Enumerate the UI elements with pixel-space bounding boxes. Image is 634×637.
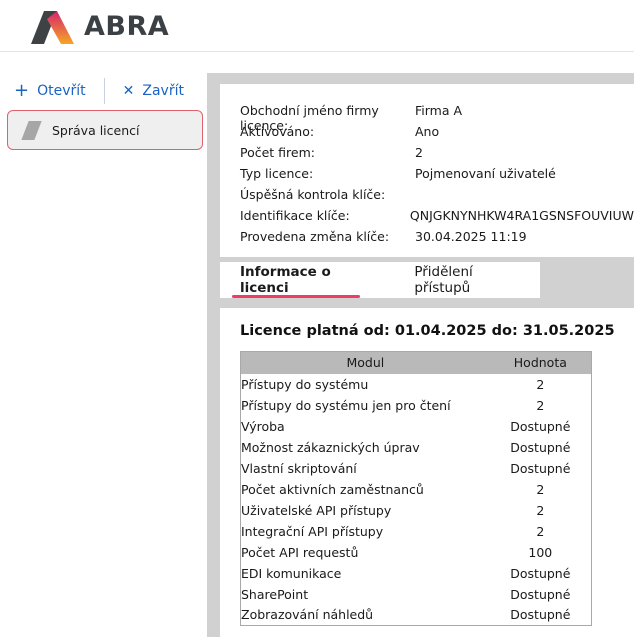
column-header-hodnota: Hodnota	[490, 352, 592, 374]
table-row: EDI komunikace Dostupné	[241, 563, 592, 584]
active-tab-underline	[232, 295, 360, 298]
field-label: Identifikace klíče:	[240, 208, 410, 229]
license-module-icon	[21, 121, 41, 140]
field-value: QNJGKNYNHKW4RA1GSNSFOUVIUW	[410, 208, 634, 229]
field-label: Provedena změna klíče:	[240, 229, 415, 250]
close-button[interactable]: ✕ Zavřít	[123, 83, 184, 99]
value-cell: 2	[490, 395, 592, 416]
table-row: Integrační API přístupy 2	[241, 521, 592, 542]
table-row: Možnost zákaznických úprav Dostupné	[241, 437, 592, 458]
value-cell: 100	[490, 542, 592, 563]
module-cell: Výroba	[241, 416, 490, 437]
toolbar-divider	[104, 78, 105, 104]
abra-logo: ABRA	[30, 8, 169, 45]
module-cell: Možnost zákaznických úprav	[241, 437, 490, 458]
table-row: Zobrazování náhledů Dostupné	[241, 605, 592, 626]
field-row: Aktivováno: Ano	[240, 124, 634, 145]
field-label: Úspěšná kontrola klíče:	[240, 187, 415, 208]
value-cell: Dostupné	[490, 458, 592, 479]
field-value: 30.04.2025 11:19	[415, 229, 527, 250]
modules-table: Modul Hodnota Přístupy do systému 2 Přís…	[240, 351, 592, 626]
field-label: Typ licence:	[240, 166, 415, 187]
module-cell: Integrační API přístupy	[241, 521, 490, 542]
value-cell: 2	[490, 521, 592, 542]
module-cell: Přístupy do systému	[241, 374, 490, 395]
field-row: Provedena změna klíče: 30.04.2025 11:19	[240, 229, 634, 250]
field-row: Typ licence: Pojmenovaní uživatelé	[240, 166, 634, 187]
value-cell: 2	[490, 374, 592, 395]
tab-label: Informace o licenci	[240, 264, 368, 296]
field-row: Obchodní jméno firmy licence: Firma A	[240, 103, 634, 124]
table-row: SharePoint Dostupné	[241, 584, 592, 605]
value-cell: Dostupné	[490, 584, 592, 605]
plus-icon: +	[14, 82, 29, 100]
sidebar-toolbar: + Otevřít ✕ Zavřít	[14, 78, 184, 104]
license-detail-card: Licence platná od: 01.04.2025 do: 31.05.…	[220, 308, 634, 637]
value-cell: 2	[490, 479, 592, 500]
abra-logo-icon	[30, 8, 75, 45]
value-cell: Dostupné	[490, 437, 592, 458]
table-row: Počet API requestů 100	[241, 542, 592, 563]
value-cell: Dostupné	[490, 416, 592, 437]
field-row: Úspěšná kontrola klíče:	[240, 187, 634, 208]
field-row: Identifikace klíče: QNJGKNYNHKW4RA1GSNSF…	[240, 208, 634, 229]
tab-informace-o-licenci[interactable]: Informace o licenci	[220, 262, 392, 298]
tab-prideleni-pristupu[interactable]: Přidělení přístupů	[392, 262, 540, 298]
tab-label: Přidělení přístupů	[414, 264, 520, 296]
table-row: Výroba Dostupné	[241, 416, 592, 437]
module-cell: SharePoint	[241, 584, 490, 605]
sidebar: + Otevřít ✕ Zavřít Správa licencí	[0, 53, 207, 637]
module-cell: Přístupy do systému jen pro čtení	[241, 395, 490, 416]
license-info-card: Obchodní jméno firmy licence: Firma A Ak…	[220, 84, 634, 257]
table-row: Počet aktivních zaměstnanců 2	[241, 479, 592, 500]
module-cell: Počet API requestů	[241, 542, 490, 563]
field-value: Firma A	[415, 103, 462, 124]
value-cell: Dostupné	[490, 563, 592, 584]
field-value: 2	[415, 145, 423, 166]
field-label: Počet firem:	[240, 145, 415, 166]
value-cell: 2	[490, 500, 592, 521]
column-header-modul: Modul	[241, 352, 490, 374]
field-label: Obchodní jméno firmy licence:	[240, 103, 415, 124]
module-cell: EDI komunikace	[241, 563, 490, 584]
open-button-label: Otevřít	[37, 83, 86, 99]
table-row: Přístupy do systému 2	[241, 374, 592, 395]
field-label: Aktivováno:	[240, 124, 415, 145]
field-row: Počet firem: 2	[240, 145, 634, 166]
logo-text: ABRA	[84, 11, 169, 42]
close-button-label: Zavřít	[142, 83, 184, 99]
close-icon: ✕	[123, 84, 135, 98]
field-value: Pojmenovaní uživatelé	[415, 166, 556, 187]
module-cell: Uživatelské API přístupy	[241, 500, 490, 521]
table-row: Uživatelské API přístupy 2	[241, 500, 592, 521]
module-cell: Vlastní skriptování	[241, 458, 490, 479]
tab-strip: Informace o licenci Přidělení přístupů	[220, 262, 540, 298]
module-cell: Počet aktivních zaměstnanců	[241, 479, 490, 500]
app-header: ABRA	[0, 0, 634, 52]
table-row: Přístupy do systému jen pro čtení 2	[241, 395, 592, 416]
open-button[interactable]: + Otevřít	[14, 82, 86, 100]
sidebar-item-label: Správa licencí	[52, 123, 139, 138]
table-header-row: Modul Hodnota	[241, 352, 592, 374]
main-panel: Obchodní jméno firmy licence: Firma A Ak…	[207, 73, 634, 637]
field-value: Ano	[415, 124, 439, 145]
module-cell: Zobrazování náhledů	[241, 605, 490, 626]
sidebar-item-sprava-licenci[interactable]: Správa licencí	[7, 110, 203, 150]
table-row: Vlastní skriptování Dostupné	[241, 458, 592, 479]
value-cell: Dostupné	[490, 605, 592, 626]
license-validity-heading: Licence platná od: 01.04.2025 do: 31.05.…	[240, 323, 634, 339]
